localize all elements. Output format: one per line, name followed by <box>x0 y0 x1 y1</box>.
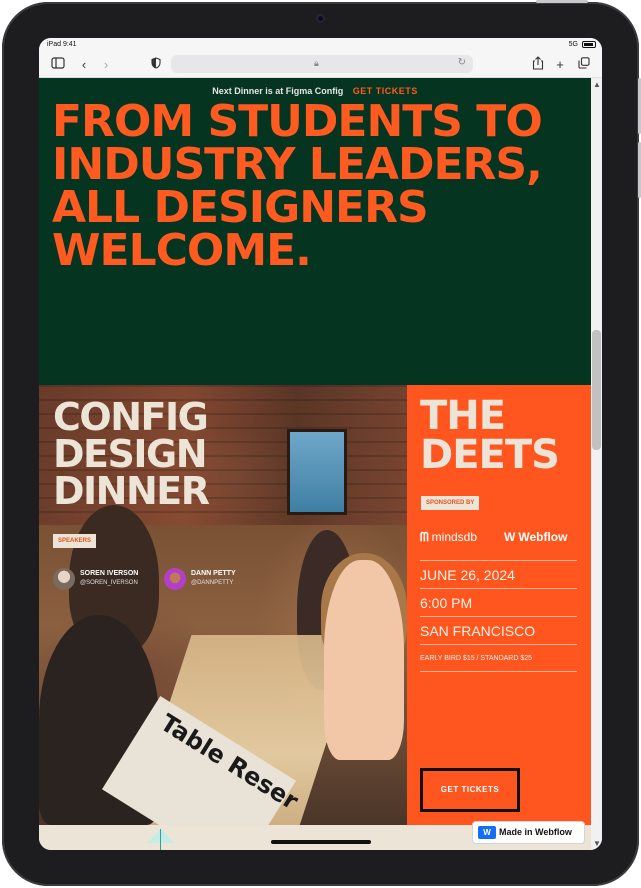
announcement-text: Next Dinner is at Figma Config <box>212 86 344 96</box>
back-icon[interactable]: ‹ <box>75 56 93 74</box>
network-indicator: 5G <box>568 41 578 48</box>
made-in-webflow-badge[interactable]: W Made in Webflow <box>473 822 584 843</box>
scroll-up-icon[interactable]: ▲ <box>593 80 601 89</box>
headline-line: WELCOME. <box>52 225 312 276</box>
url-bar[interactable]: 🔒︎ ↻ <box>171 55 473 73</box>
speaker-handle: @DANNPETTY <box>191 580 234 586</box>
sidebar-icon[interactable] <box>49 56 67 74</box>
sponsored-label: SPONSORED BY <box>421 496 480 510</box>
scroll-down-icon[interactable]: ▼ <box>593 839 601 848</box>
photo-window <box>287 429 347 515</box>
event-title-line: DINNER <box>53 469 210 513</box>
tabs-icon[interactable] <box>575 56 593 74</box>
front-camera <box>316 14 325 23</box>
event-photo-panel: Table Reser CONFIG DESIGN DINNER SPEAKER… <box>39 385 407 825</box>
browser-toolbar: ‹ › 🔒︎ ↻ + <box>39 52 602 78</box>
lock-icon: 🔒︎ <box>314 58 319 68</box>
reload-icon[interactable]: ↻ <box>458 57 466 68</box>
divider-line <box>160 829 161 850</box>
forward-icon[interactable]: › <box>97 56 115 74</box>
home-indicator <box>271 840 371 844</box>
webflow-icon: W <box>478 826 496 839</box>
status-bar: iPad 9:41 5G <box>39 38 602 52</box>
event-time: 6:00 PM <box>420 588 577 616</box>
hero-section: Next Dinner is at Figma Config GET TICKE… <box>39 78 591 385</box>
deets-title-line: DEETS <box>420 432 560 478</box>
badge-label: Made in Webflow <box>499 827 572 837</box>
screen: iPad 9:41 5G ‹ › 🔒︎ ↻ + Next Dinner is a… <box>39 38 602 850</box>
event-pricing: EARLY BIRD $15 / STANDARD $25 <box>420 644 577 672</box>
sponsor-logo-mindsdb[interactable]: ᗰ mindsdb <box>420 530 477 545</box>
speaker-name: DANN PETTY <box>191 570 236 577</box>
shield-icon[interactable] <box>147 56 165 74</box>
deets-title: THE DEETS <box>420 393 560 478</box>
share-icon[interactable] <box>529 56 547 74</box>
announcement-bar: Next Dinner is at Figma Config GET TICKE… <box>39 86 591 96</box>
event-details: JUNE 26, 2024 6:00 PM SAN FRANCISCO EARL… <box>420 560 577 672</box>
photo-person <box>324 560 404 760</box>
event-title: CONFIG DESIGN DINNER <box>53 395 210 513</box>
deets-panel: THE DEETS SPONSORED BY ᗰ mindsdb W Webflow… <box>407 385 591 825</box>
scroll-thumb[interactable] <box>592 330 601 450</box>
speaker-name: SOREN IVERSON <box>80 570 139 577</box>
headline-line: INDUSTRY LEADERS, <box>52 139 543 190</box>
event-date: JUNE 26, 2024 <box>420 560 577 588</box>
get-tickets-button[interactable]: GET TICKETS <box>420 768 520 812</box>
mindsdb-logo-icon: ᗰ <box>420 530 429 544</box>
headline-line: FROM STUDENTS TO <box>52 96 543 147</box>
status-time: iPad 9:41 <box>47 41 77 48</box>
sponsor-name: Webflow <box>518 530 568 544</box>
triangle-decoration <box>147 829 175 843</box>
page-scrollbar[interactable]: ▲ ▼ <box>591 78 602 850</box>
speaker-handle: @SOREN_IVERSON <box>80 580 138 586</box>
headline-line: ALL DESIGNERS <box>52 182 429 233</box>
webflow-logo-icon: W <box>504 530 516 544</box>
avatar <box>164 568 186 590</box>
sponsor-name: mindsdb <box>431 530 478 544</box>
avatar <box>53 568 75 590</box>
event-location: SAN FRANCISCO <box>420 616 577 644</box>
speakers-label: SPEAKERS <box>53 534 97 548</box>
event-title-line: DESIGN <box>53 432 208 476</box>
deets-title-line: THE <box>420 393 506 439</box>
sponsor-logo-webflow[interactable]: W Webflow <box>504 530 567 544</box>
web-page: Next Dinner is at Figma Config GET TICKE… <box>39 78 591 850</box>
announcement-tickets-link[interactable]: GET TICKETS <box>353 86 418 96</box>
new-tab-icon[interactable]: + <box>551 56 569 74</box>
battery-icon <box>582 41 596 48</box>
hero-headline: FROM STUDENTS TO INDUSTRY LEADERS, ALL D… <box>52 96 582 276</box>
top-button <box>536 0 588 3</box>
event-title-line: CONFIG <box>53 395 209 439</box>
